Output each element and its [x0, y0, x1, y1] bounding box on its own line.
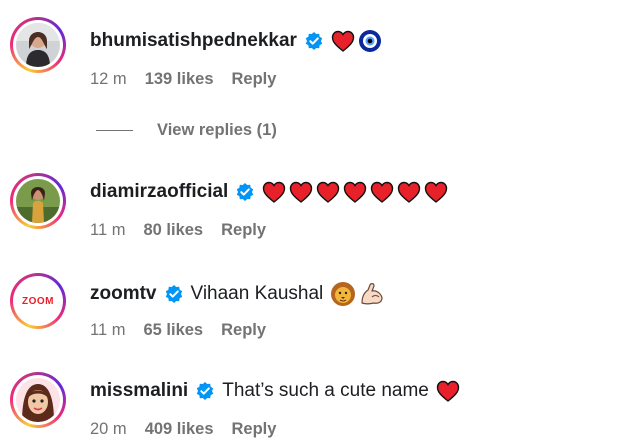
avatar[interactable]: [10, 17, 66, 73]
nazar-amulet-icon: [358, 30, 381, 52]
comment-time: 11 m: [90, 221, 126, 239]
comment-text: That’s such a cute name: [222, 380, 429, 401]
red-heart-icon: [263, 181, 286, 203]
flexed-biceps-icon: [361, 283, 383, 305]
comment-time: 12 m: [90, 70, 127, 88]
comment-text: Vihaan Kaushal: [190, 283, 324, 304]
avatar-photo: [16, 378, 60, 422]
verified-badge-icon: [195, 381, 215, 401]
username[interactable]: diamirzaofficial: [90, 181, 228, 203]
view-replies-button[interactable]: View replies (1): [96, 121, 277, 140]
verified-badge-icon: [304, 31, 324, 51]
divider-line: [96, 130, 133, 131]
lion-face-icon: [331, 282, 356, 306]
red-heart-icon: [344, 181, 367, 203]
avatar-photo: [16, 179, 60, 223]
verified-badge-icon: [164, 284, 184, 304]
reply-button[interactable]: Reply: [221, 221, 266, 240]
avatar[interactable]: [10, 372, 66, 428]
comment-time: 20 m: [90, 420, 127, 438]
username[interactable]: missmalini: [90, 380, 188, 402]
reply-button[interactable]: Reply: [221, 321, 266, 340]
verified-badge-icon: [235, 182, 255, 202]
username[interactable]: zoomtv: [90, 283, 157, 305]
avatar-photo: [16, 23, 60, 67]
likes-count[interactable]: 139 likes: [145, 70, 214, 89]
reply-button[interactable]: Reply: [232, 420, 277, 439]
reply-button[interactable]: Reply: [232, 70, 277, 89]
comment-emojis: [436, 380, 460, 402]
avatar[interactable]: [10, 173, 66, 229]
avatar-photo: ZOOM: [16, 279, 60, 323]
comment-emojis: [262, 181, 448, 203]
likes-count[interactable]: 409 likes: [145, 420, 214, 439]
username[interactable]: bhumisatishpednekkar: [90, 30, 297, 52]
view-replies-label: View replies (1): [157, 121, 277, 139]
comment-emojis: [330, 281, 385, 307]
red-heart-icon: [436, 380, 460, 402]
red-heart-icon: [425, 181, 448, 203]
red-heart-icon: [398, 181, 421, 203]
red-heart-icon: [317, 181, 340, 203]
likes-count[interactable]: 65 likes: [143, 321, 203, 340]
avatar[interactable]: ZOOM: [10, 273, 66, 329]
red-heart-icon: [290, 181, 313, 203]
comment-time: 11 m: [90, 321, 126, 339]
likes-count[interactable]: 80 likes: [143, 221, 203, 240]
zoom-logo: ZOOM: [22, 295, 54, 307]
red-heart-icon: [331, 30, 355, 52]
red-heart-icon: [371, 181, 394, 203]
comment-emojis: [331, 29, 382, 53]
